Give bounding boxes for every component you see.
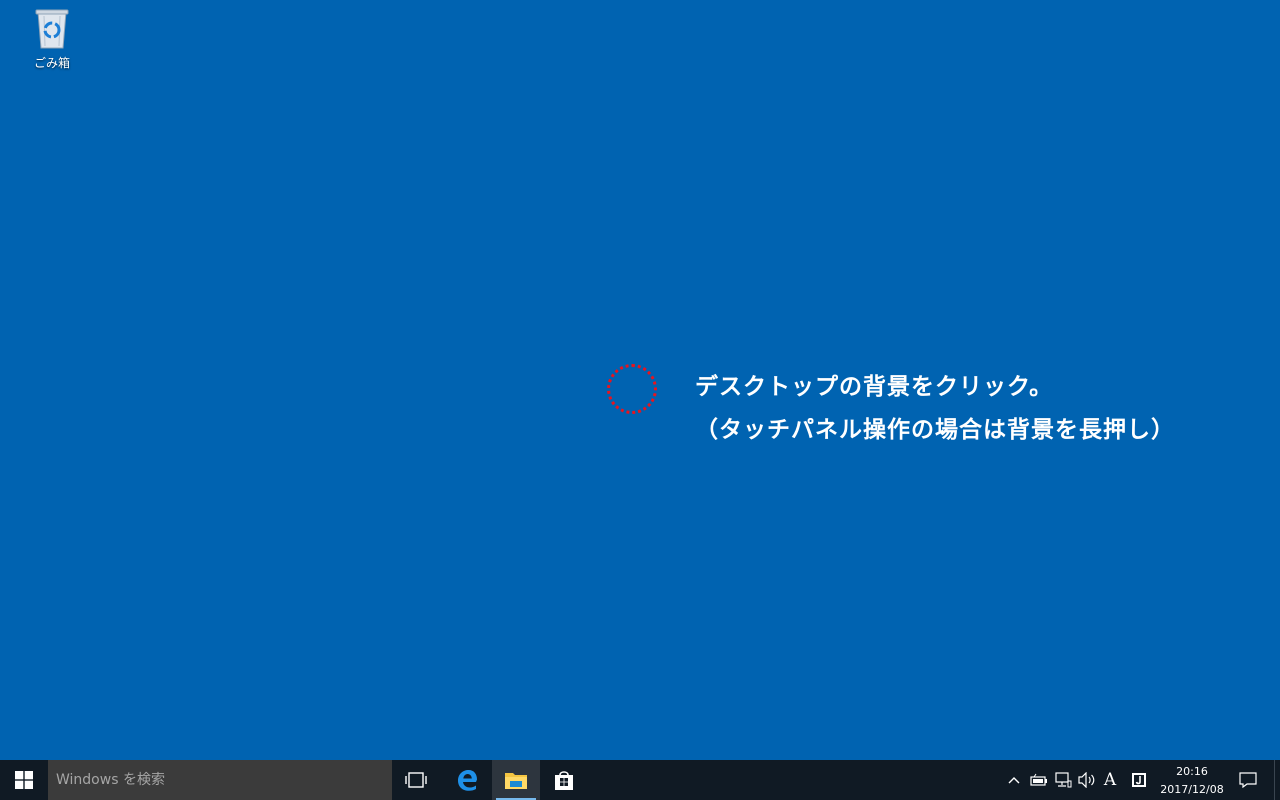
battery-button[interactable] xyxy=(1028,760,1050,800)
click-target-marker xyxy=(607,364,657,414)
desktop-background[interactable]: ごみ箱 デスクトップの背景をクリック。 （タッチパネル操作の場合は背景を長押し） xyxy=(0,0,1280,760)
file-explorer-icon xyxy=(505,773,527,789)
chevron-up-icon xyxy=(1008,777,1020,784)
recycle-bin-icon xyxy=(35,9,69,49)
task-view-button[interactable] xyxy=(392,760,440,800)
show-desktop-button[interactable] xyxy=(1274,760,1280,800)
taskbar: Windows を検索 A 20:16 2017/12/08 xyxy=(0,760,1280,800)
start-button[interactable] xyxy=(0,760,48,800)
volume-button[interactable] xyxy=(1076,760,1098,800)
network-button[interactable] xyxy=(1052,760,1074,800)
edge-icon xyxy=(458,770,477,791)
clock[interactable]: 20:16 2017/12/08 xyxy=(1156,760,1228,800)
instruction-line-2: （タッチパネル操作の場合は背景を長押し） xyxy=(695,417,1175,443)
network-icon xyxy=(1055,772,1072,788)
search-input[interactable]: Windows を検索 xyxy=(48,760,392,800)
store-button[interactable] xyxy=(540,760,588,800)
instruction-text: デスクトップの背景をクリック。 （タッチパネル操作の場合は背景を長押し） xyxy=(695,366,1175,452)
show-hidden-icons-button[interactable] xyxy=(1004,760,1024,800)
desktop-icon-recycle-bin[interactable]: ごみ箱 xyxy=(22,6,82,71)
clock-time: 20:16 xyxy=(1176,765,1208,778)
ime-icon: A xyxy=(1103,770,1117,790)
action-center-icon xyxy=(1239,772,1257,788)
windows-logo-icon xyxy=(15,771,33,789)
task-view-icon xyxy=(405,772,427,788)
ime-pad-button[interactable] xyxy=(1128,760,1150,800)
action-center-button[interactable] xyxy=(1234,760,1262,800)
notification-app-icon xyxy=(1132,773,1146,787)
desktop-icon-label: ごみ箱 xyxy=(33,56,70,70)
clock-date: 2017/12/08 xyxy=(1160,783,1224,796)
battery-icon xyxy=(1030,773,1047,786)
volume-icon xyxy=(1078,772,1095,788)
file-explorer-button[interactable] xyxy=(492,760,540,800)
instruction-line-1: デスクトップの背景をクリック。 xyxy=(695,374,1054,400)
store-icon xyxy=(555,771,573,790)
ime-mode-button[interactable]: A xyxy=(1100,760,1120,800)
edge-button[interactable] xyxy=(443,760,491,800)
